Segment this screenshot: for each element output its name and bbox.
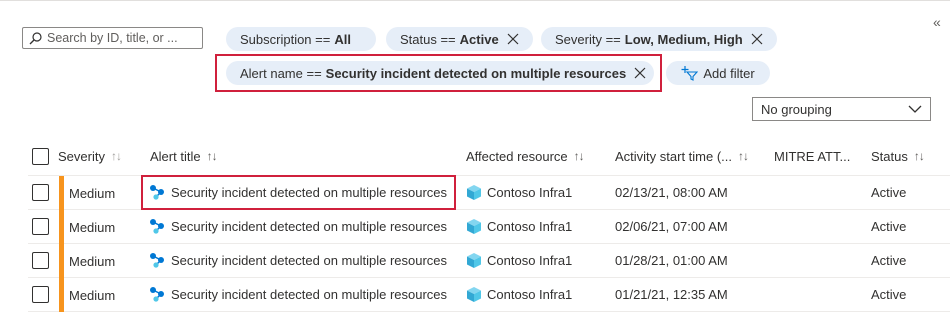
sort-icon[interactable]: ↑↓ bbox=[574, 149, 585, 163]
search-icon bbox=[29, 31, 42, 44]
column-label: Alert title bbox=[150, 148, 201, 164]
column-header-alert-title[interactable]: Alert title ↑↓ bbox=[150, 146, 218, 166]
add-filter-icon bbox=[681, 65, 699, 81]
row-checkbox[interactable] bbox=[32, 184, 49, 201]
filter-value: Active bbox=[459, 31, 499, 47]
start-time-cell: 02/13/21, 08:00 AM bbox=[615, 184, 728, 200]
alert-title-link[interactable]: Security incident detected on multiple r… bbox=[149, 250, 447, 270]
incident-icon bbox=[150, 219, 164, 234]
start-time-cell: 01/28/21, 01:00 AM bbox=[615, 252, 728, 268]
row-divider bbox=[28, 277, 950, 278]
column-label: MITRE ATT... bbox=[774, 148, 851, 164]
sort-icon[interactable]: ↑↓ bbox=[914, 149, 925, 163]
alert-title-text: Security incident detected on multiple r… bbox=[171, 218, 448, 234]
search-placeholder: Search by ID, title, or ... bbox=[47, 31, 178, 45]
incident-icon bbox=[150, 253, 164, 268]
filter-value: Security incident detected on multiple r… bbox=[325, 65, 627, 81]
affected-resource-link[interactable]: Contoso Infra1 bbox=[466, 284, 572, 304]
filter-pill-severity[interactable]: Severity == Low, Medium, High bbox=[541, 27, 777, 51]
incident-icon bbox=[150, 185, 164, 200]
top-divider bbox=[0, 0, 950, 1]
severity-indicator bbox=[59, 176, 64, 210]
severity-cell: Medium bbox=[69, 253, 116, 269]
severity-cell: Medium bbox=[69, 185, 116, 201]
start-time-cell: 01/21/21, 12:35 AM bbox=[615, 286, 728, 302]
column-header-severity[interactable]: Severity ↑↓ bbox=[58, 146, 122, 166]
chevron-down-icon bbox=[908, 105, 922, 113]
filter-pill-alert-name[interactable]: Alert name == Security incident detected… bbox=[226, 61, 654, 85]
sort-icon[interactable]: ↑↓ bbox=[738, 149, 749, 163]
resource-text: Contoso Infra1 bbox=[487, 184, 573, 200]
affected-resource-link[interactable]: Contoso Infra1 bbox=[466, 182, 572, 202]
close-icon[interactable] bbox=[634, 67, 646, 79]
alert-title-link[interactable]: Security incident detected on multiple r… bbox=[149, 284, 447, 304]
alert-title-link[interactable]: Security incident detected on multiple r… bbox=[149, 216, 447, 236]
filter-pill-status[interactable]: Status == Active bbox=[386, 27, 533, 51]
filter-label: Subscription == bbox=[240, 31, 331, 47]
cube-icon bbox=[467, 184, 481, 200]
status-cell: Active bbox=[871, 184, 907, 200]
grouping-dropdown[interactable]: No grouping bbox=[752, 97, 931, 121]
resource-text: Contoso Infra1 bbox=[487, 252, 573, 268]
add-filter-label: Add filter bbox=[703, 65, 755, 81]
row-checkbox[interactable] bbox=[32, 218, 49, 235]
alert-title-text: Security incident detected on multiple r… bbox=[171, 184, 448, 200]
affected-resource-link[interactable]: Contoso Infra1 bbox=[466, 216, 572, 236]
filter-pill-subscription[interactable]: Subscription == All bbox=[226, 27, 376, 51]
row-checkbox[interactable] bbox=[32, 252, 49, 269]
severity-indicator bbox=[59, 244, 64, 278]
resource-text: Contoso Infra1 bbox=[487, 218, 573, 234]
status-cell: Active bbox=[871, 218, 907, 234]
search-input[interactable]: Search by ID, title, or ... bbox=[22, 27, 203, 49]
status-cell: Active bbox=[871, 252, 907, 268]
filter-value: Low, Medium, High bbox=[624, 31, 743, 47]
column-header-mitre[interactable]: MITRE ATT... bbox=[774, 146, 850, 166]
filter-label: Alert name == bbox=[240, 65, 322, 81]
start-time-cell: 02/06/21, 07:00 AM bbox=[615, 218, 728, 234]
add-filter-button[interactable]: Add filter bbox=[666, 61, 770, 85]
filter-label: Status == bbox=[400, 31, 456, 47]
resource-text: Contoso Infra1 bbox=[487, 286, 573, 302]
severity-indicator bbox=[59, 278, 64, 312]
column-header-affected-resource[interactable]: Affected resource ↑↓ bbox=[466, 146, 585, 166]
severity-indicator bbox=[59, 210, 64, 244]
alert-title-text: Security incident detected on multiple r… bbox=[171, 286, 448, 302]
double-chevron-left-icon[interactable]: « bbox=[933, 14, 941, 30]
column-label: Activity start time (... bbox=[615, 148, 733, 164]
sort-icon[interactable]: ↑↓ bbox=[111, 149, 122, 163]
incident-icon bbox=[150, 287, 164, 302]
column-label: Status bbox=[871, 148, 908, 164]
column-label: Affected resource bbox=[466, 148, 568, 164]
column-header-activity-start-time[interactable]: Activity start time (... ↑↓ bbox=[615, 146, 749, 166]
column-header-status[interactable]: Status ↑↓ bbox=[871, 146, 925, 166]
cube-icon bbox=[467, 252, 481, 268]
close-icon[interactable] bbox=[507, 33, 519, 45]
cube-icon bbox=[467, 218, 481, 234]
cube-icon bbox=[467, 286, 481, 302]
status-cell: Active bbox=[871, 286, 907, 302]
filter-label: Severity == bbox=[555, 31, 621, 47]
grouping-selected: No grouping bbox=[761, 101, 832, 117]
affected-resource-link[interactable]: Contoso Infra1 bbox=[466, 250, 572, 270]
alert-title-text: Security incident detected on multiple r… bbox=[171, 252, 448, 268]
column-label: Severity bbox=[58, 148, 105, 164]
close-icon[interactable] bbox=[751, 33, 763, 45]
row-checkbox[interactable] bbox=[32, 286, 49, 303]
filter-value: All bbox=[334, 31, 351, 47]
alert-title-link[interactable]: Security incident detected on multiple r… bbox=[149, 182, 447, 202]
sort-icon[interactable]: ↑↓ bbox=[207, 149, 218, 163]
severity-cell: Medium bbox=[69, 287, 116, 303]
severity-cell: Medium bbox=[69, 219, 116, 235]
select-all-checkbox[interactable] bbox=[32, 148, 49, 165]
row-divider bbox=[28, 243, 950, 244]
